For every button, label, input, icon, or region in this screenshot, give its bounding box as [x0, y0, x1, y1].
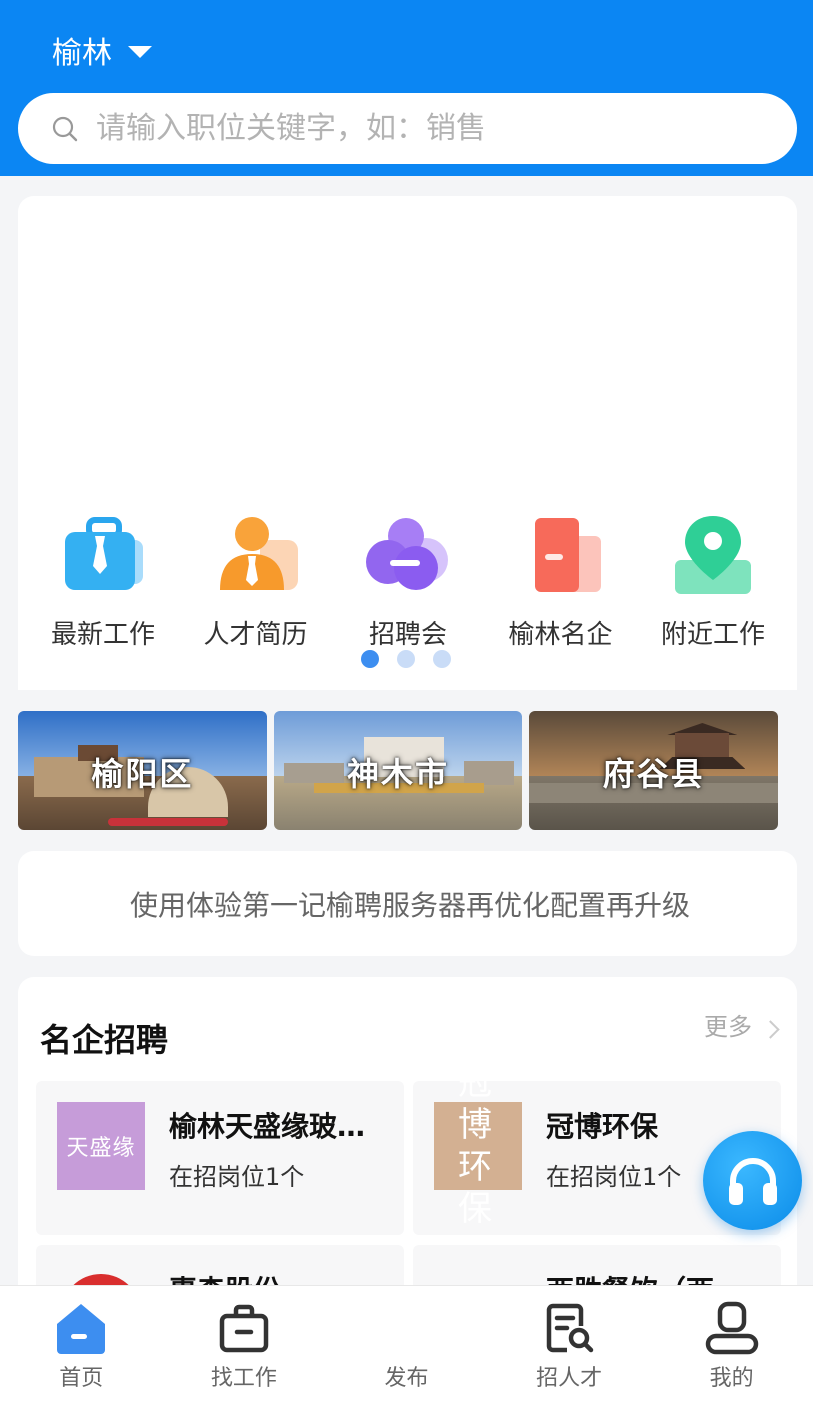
caret-down-icon	[128, 46, 152, 58]
carousel-dot-active[interactable]	[361, 650, 379, 668]
home-icon	[53, 1300, 109, 1356]
company-name: 榆林天盛缘玻璃制品有限公司	[169, 1110, 389, 1143]
chevron-right-icon	[761, 1020, 780, 1039]
tab-label: 招人才	[536, 1366, 603, 1391]
section-title: 名企招聘	[40, 1021, 169, 1059]
district-name: 榆阳区	[91, 755, 194, 793]
quick-link-job-fair[interactable]: 招聘会	[343, 514, 473, 651]
quick-link-label: 最新工作	[50, 620, 155, 650]
search-resume-icon	[541, 1300, 597, 1356]
briefcase-outline-icon	[216, 1300, 272, 1356]
carousel-dot[interactable]	[397, 650, 415, 668]
quick-link-label: 榆林名企	[508, 620, 613, 650]
quick-link-label: 招聘会	[368, 620, 447, 650]
quick-link-nearby-jobs[interactable]: 附近工作	[648, 514, 778, 651]
notice-text: 使用体验第一记榆聘服务器再优化配置再升级	[130, 888, 691, 922]
tab-publish[interactable]: 发布	[325, 1286, 488, 1407]
location-pin-icon	[669, 514, 757, 598]
search-input[interactable]	[96, 111, 736, 146]
company-logo-text: 天盛缘	[66, 1136, 136, 1161]
banner-card: 最新工作 人才简历 招聘会 榆林名企 附近工作	[18, 196, 797, 690]
profile-icon	[704, 1300, 760, 1356]
company-card-icon	[517, 514, 605, 598]
carousel-indicator	[361, 650, 451, 668]
search-bar[interactable]	[18, 93, 797, 164]
tab-find-talent[interactable]: 招人才	[488, 1286, 651, 1407]
quick-link-label: 人才简历	[203, 620, 308, 650]
search-icon	[52, 116, 78, 141]
carousel-dot[interactable]	[433, 650, 451, 668]
district-row: 榆阳区 神木市 府谷县	[18, 711, 779, 830]
company-job-count: 在招岗位1个	[169, 1163, 305, 1191]
district-card-yuyang[interactable]: 榆阳区	[18, 711, 267, 830]
more-label: 更多	[704, 1013, 752, 1041]
company-logo: 天盛缘	[57, 1102, 145, 1190]
company-card[interactable]: 天盛缘 榆林天盛缘玻璃制品有限公司 在招岗位1个	[36, 1081, 404, 1235]
tab-find-job[interactable]: 找工作	[163, 1286, 326, 1407]
company-name: 冠博环保	[546, 1110, 659, 1143]
notice-bar[interactable]: 使用体验第一记榆聘服务器再优化配置再升级	[18, 851, 797, 956]
person-icon	[212, 514, 300, 598]
district-card-fugu[interactable]: 府谷县	[529, 711, 779, 830]
quick-link-latest-jobs[interactable]: 最新工作	[38, 514, 168, 651]
quick-link-label: 附近工作	[660, 620, 765, 650]
company-job-count: 在招岗位1个	[546, 1163, 682, 1191]
tab-home[interactable]: 首页	[0, 1286, 163, 1407]
tab-label: 发布	[384, 1366, 429, 1391]
quick-link-resumes[interactable]: 人才简历	[191, 514, 321, 651]
tab-label: 首页	[59, 1366, 104, 1391]
quick-link-famous-companies[interactable]: 榆林名企	[496, 514, 626, 651]
district-card-shenmu[interactable]: 神木市	[273, 711, 523, 830]
tab-label: 找工作	[210, 1366, 277, 1391]
more-link[interactable]: 更多	[704, 1007, 780, 1042]
city-selector[interactable]: 榆林	[52, 28, 152, 72]
headphones-icon	[728, 1157, 777, 1205]
bottom-tab-bar: 首页 找工作 发布 招人才 我的	[0, 1285, 813, 1407]
city-label: 榆林	[52, 36, 112, 71]
banner-carousel[interactable]	[18, 196, 797, 496]
header-bar: 榆林	[0, 0, 813, 176]
tab-label: 我的	[709, 1366, 754, 1391]
district-name: 府谷县	[602, 755, 705, 793]
briefcase-icon	[59, 514, 147, 598]
tab-mine[interactable]: 我的	[650, 1286, 813, 1407]
company-logo: 冠博环保	[434, 1063, 522, 1229]
customer-service-button[interactable]	[703, 1131, 802, 1230]
quick-links: 最新工作 人才简历 招聘会 榆林名企 附近工作	[38, 514, 778, 651]
company-logo-text: 冠博环保	[458, 1063, 498, 1229]
job-fair-icon	[364, 514, 452, 598]
district-name: 神木市	[347, 755, 450, 793]
publish-icon	[378, 1300, 434, 1356]
